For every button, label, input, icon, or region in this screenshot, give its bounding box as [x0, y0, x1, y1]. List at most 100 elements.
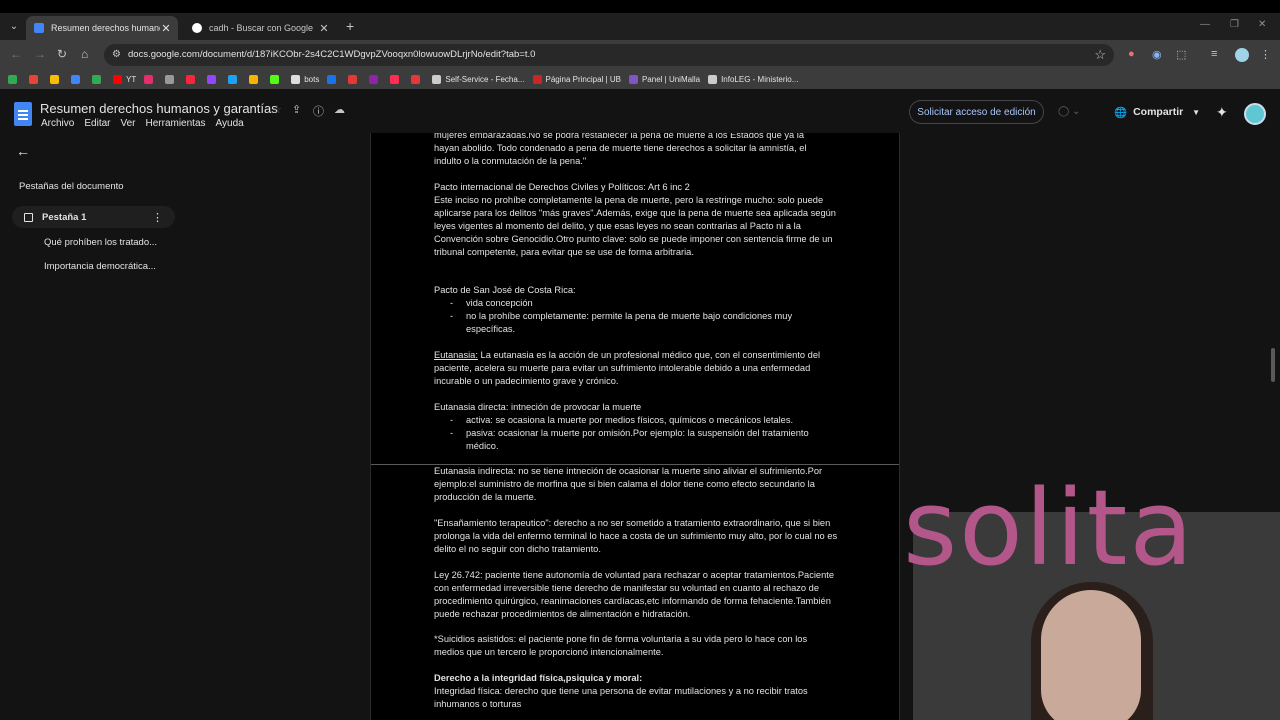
- bookmark-item[interactable]: [207, 75, 220, 84]
- bookmark-item[interactable]: [50, 75, 63, 84]
- menu-ver[interactable]: Ver: [120, 118, 135, 129]
- list-item: pasiva: ocasionar la muerte por omisión.…: [434, 427, 839, 453]
- bookmark-star-icon[interactable]: ☆: [1094, 47, 1106, 63]
- tab-search-button[interactable]: ⌄: [6, 17, 22, 35]
- menu-editar[interactable]: Editar: [84, 118, 110, 129]
- extension-icon[interactable]: ●: [1128, 48, 1135, 60]
- bookmark-item[interactable]: [144, 75, 157, 84]
- bookmark-item[interactable]: [390, 75, 403, 84]
- bookmark-item[interactable]: [228, 75, 241, 84]
- list-item: no la prohíbe completamente: permite la …: [434, 310, 839, 336]
- bookmark-item[interactable]: Self-Service - Fecha...: [432, 75, 525, 84]
- bookmark-favicon-icon: [165, 75, 175, 84]
- extension-icon[interactable]: ◉: [1152, 48, 1162, 61]
- bookmark-favicon-icon: [207, 75, 217, 84]
- bookmark-item[interactable]: InfoLEG - Ministerio...: [708, 75, 798, 84]
- bookmark-item[interactable]: Página Principal | UB: [532, 75, 621, 84]
- bookmark-item[interactable]: [186, 75, 199, 84]
- sidebar-tab-1[interactable]: Pestaña 1 ⋮: [12, 206, 175, 228]
- bookmark-item[interactable]: [327, 75, 340, 84]
- star-icon[interactable]: ☆: [272, 103, 282, 116]
- paragraph: indulto o la conmutación de la pena.": [434, 156, 587, 166]
- bookmark-item[interactable]: [348, 75, 361, 84]
- scrollbar-thumb[interactable]: [1271, 348, 1275, 382]
- request-edit-access-button[interactable]: Solicitar acceso de edición: [909, 100, 1044, 124]
- history-icon[interactable]: ◯ ⌄: [1058, 106, 1080, 117]
- tab-bar: ⌄ Resumen derechos humanos y ✕ cadh - Bu…: [0, 13, 1280, 40]
- maximize-icon[interactable]: ❐: [1230, 19, 1239, 30]
- bookmark-item[interactable]: [29, 75, 42, 84]
- omnibox[interactable]: ⚙ docs.google.com/document/d/187iKCObr-2…: [104, 44, 1114, 66]
- bookmark-label: InfoLEG - Ministerio...: [721, 75, 799, 84]
- cloud-status-icon[interactable]: ☁: [334, 103, 345, 116]
- share-button[interactable]: 🌐 Compartir ▼: [1106, 100, 1208, 124]
- tab-title: Resumen derechos humanos y: [51, 23, 160, 33]
- bookmark-item[interactable]: [411, 75, 424, 84]
- home-icon[interactable]: ⌂: [81, 47, 88, 61]
- menu-ayuda[interactable]: Ayuda: [216, 118, 244, 129]
- address-bar-row: ← → ↻ ⌂ ⚙ docs.google.com/document/d/187…: [0, 40, 1280, 70]
- bookmark-item[interactable]: [369, 75, 382, 84]
- paragraph: Este inciso no prohíbe completamente la …: [434, 195, 836, 257]
- tab-google[interactable]: cadh - Buscar con Google ✕: [184, 16, 336, 40]
- overlay-caption: solita: [903, 467, 1196, 589]
- close-icon[interactable]: ✕: [160, 22, 172, 35]
- docs-icon: [34, 23, 44, 33]
- close-window-icon[interactable]: ✕: [1258, 19, 1266, 30]
- bookmark-label: YT: [126, 75, 137, 84]
- bold-heading: Derecho a la integridad física,psiquica …: [434, 673, 643, 683]
- outline-item[interactable]: Qué prohíben los tratado...: [44, 237, 157, 248]
- menu-kebab-icon[interactable]: ⋮: [1260, 48, 1271, 61]
- url-text: docs.google.com/document/d/187iKCObr-2s4…: [128, 49, 536, 60]
- bookmark-item[interactable]: YT: [113, 75, 136, 84]
- bookmark-favicon-icon: [113, 75, 122, 84]
- bookmark-label: Self-Service - Fecha...: [445, 75, 525, 84]
- media-icon[interactable]: ≡: [1211, 48, 1217, 60]
- back-icon[interactable]: ←: [10, 47, 22, 61]
- bookmark-favicon-icon: [532, 75, 542, 84]
- gemini-icon[interactable]: ✦: [1216, 104, 1228, 121]
- bookmark-item[interactable]: [92, 75, 105, 84]
- chevron-down-icon[interactable]: ▼: [1192, 108, 1200, 117]
- forward-icon[interactable]: →: [34, 47, 46, 61]
- move-icon[interactable]: ⇪: [292, 103, 301, 116]
- bookmark-item[interactable]: [8, 75, 21, 84]
- site-info-icon[interactable]: ⚙: [112, 49, 121, 60]
- bookmark-favicon-icon: [369, 75, 379, 84]
- info-icon[interactable]: ⓘ: [313, 103, 324, 119]
- bookmark-label: Página Principal | UB: [545, 75, 621, 84]
- bookmark-favicon-icon: [270, 75, 280, 84]
- profile-avatar[interactable]: [1235, 48, 1249, 62]
- bookmark-item[interactable]: [249, 75, 262, 84]
- close-icon[interactable]: ✕: [318, 22, 330, 35]
- menu-herramientas[interactable]: Herramientas: [146, 118, 206, 129]
- extensions-puzzle-icon[interactable]: ⬚: [1176, 48, 1186, 61]
- new-tab-button[interactable]: +: [346, 18, 354, 34]
- bookmark-favicon-icon: [8, 75, 17, 84]
- bookmark-favicon-icon: [708, 75, 718, 84]
- minimize-icon[interactable]: —: [1200, 19, 1210, 30]
- tab-docs[interactable]: Resumen derechos humanos y ✕: [26, 16, 178, 40]
- bookmark-item[interactable]: [270, 75, 283, 84]
- document-canvas[interactable]: mujeres embarazadas.No se podrá restable…: [370, 133, 900, 720]
- bookmark-favicon-icon: [71, 75, 80, 84]
- document-title[interactable]: Resumen derechos humanos y garantías: [40, 101, 278, 116]
- bookmark-item[interactable]: Panel | UniMalla: [628, 75, 700, 84]
- bookmark-item[interactable]: [71, 75, 84, 84]
- menu-archivo[interactable]: Archivo: [41, 118, 74, 129]
- bookmark-favicon-icon: [186, 75, 196, 84]
- underlined-term: Eutanasia:: [434, 350, 478, 360]
- docs-logo-icon[interactable]: [14, 102, 32, 126]
- bookmark-favicon-icon: [390, 75, 400, 84]
- more-options-icon[interactable]: ⋮: [152, 211, 163, 224]
- paragraph: Derecho a la integridad física,psiquica …: [434, 672, 839, 685]
- bookmark-item[interactable]: [165, 75, 178, 84]
- bookmark-item[interactable]: bots: [291, 75, 319, 84]
- back-arrow-icon[interactable]: ←: [16, 143, 30, 159]
- account-avatar[interactable]: [1244, 103, 1266, 125]
- outline-item[interactable]: Importancia democrática...: [44, 261, 156, 272]
- reload-icon[interactable]: ↻: [57, 47, 67, 61]
- bookmark-favicon-icon: [228, 75, 238, 84]
- paragraph: hayan abolido. Todo condenado a pena de …: [434, 143, 807, 153]
- bookmark-favicon-icon: [628, 75, 638, 84]
